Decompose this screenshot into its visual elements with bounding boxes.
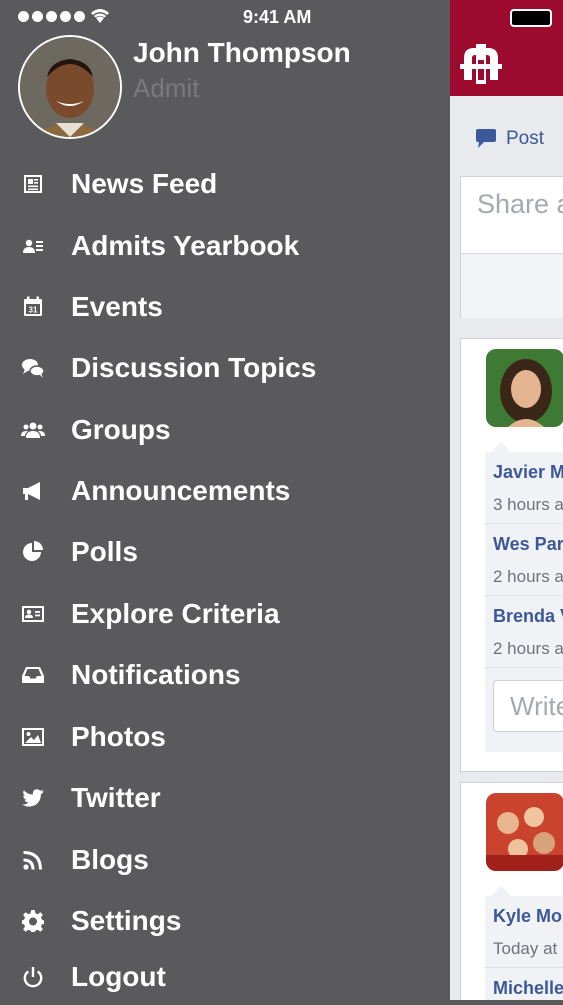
write-comment-row: Write bbox=[485, 668, 563, 752]
wifi-icon bbox=[91, 9, 109, 23]
menu-item-label: Polls bbox=[71, 536, 138, 567]
rss-icon bbox=[20, 847, 46, 873]
menu-item-label: Logout bbox=[71, 961, 166, 992]
calendar-icon: 31 bbox=[20, 294, 46, 320]
profile-role: Admit bbox=[133, 73, 200, 103]
menu-item-groups[interactable]: Groups bbox=[0, 402, 450, 458]
feed-panel: Post Share a Javier M 3 hours a Wes Par … bbox=[450, 0, 563, 1000]
chat-bubbles-icon bbox=[20, 355, 46, 381]
comment-author[interactable]: Javier M bbox=[493, 452, 563, 483]
menu-item-blogs[interactable]: Blogs bbox=[0, 832, 450, 888]
menu-item-label: Admits Yearbook bbox=[71, 230, 300, 261]
comment-author[interactable]: Wes Par bbox=[493, 524, 563, 555]
poster-avatar[interactable] bbox=[486, 349, 563, 427]
menu-item-announcements[interactable]: Announcements bbox=[0, 463, 450, 519]
comment-item: Javier M 3 hours a bbox=[485, 452, 563, 524]
menu-item-polls[interactable]: Polls bbox=[0, 524, 450, 580]
share-box: Share a bbox=[460, 176, 563, 318]
menu-item-photos[interactable]: Photos bbox=[0, 709, 450, 765]
comment-item: Kyle Mo Today at bbox=[485, 896, 563, 968]
menu-item-label: Twitter bbox=[71, 782, 161, 813]
share-input[interactable]: Share a bbox=[461, 177, 563, 253]
comment-time: Today at bbox=[493, 939, 558, 958]
menu-item-explore-criteria[interactable]: Explore Criteria bbox=[0, 586, 450, 642]
menu-item-discussion-topics[interactable]: Discussion Topics bbox=[0, 340, 450, 396]
picture-icon bbox=[20, 724, 46, 750]
menu-item-label: Discussion Topics bbox=[71, 352, 317, 383]
menu-item-logout[interactable]: Logout bbox=[0, 949, 450, 1005]
address-book-icon bbox=[20, 233, 46, 259]
power-icon bbox=[20, 964, 46, 990]
comment-item: Brenda V 2 hours a bbox=[485, 596, 563, 668]
feed-card: Javier M 3 hours a Wes Par 2 hours a Bre… bbox=[460, 338, 563, 772]
app-logo[interactable] bbox=[456, 40, 506, 88]
comment-list: Kyle Mo Today at Michelle bbox=[485, 896, 563, 1000]
status-bar: 9:41 AM bbox=[0, 0, 563, 36]
menu-item-twitter[interactable]: Twitter bbox=[0, 770, 450, 826]
comment-author[interactable]: Brenda V bbox=[493, 596, 563, 627]
comment-icon bbox=[476, 129, 496, 148]
menu-item-news-feed[interactable]: News Feed bbox=[0, 156, 450, 212]
menu-item-label: Announcements bbox=[71, 475, 291, 506]
menu-item-label: Groups bbox=[71, 414, 171, 445]
menu-item-label: Notifications bbox=[71, 659, 241, 690]
gear-icon bbox=[20, 908, 46, 934]
comment-item: Michelle bbox=[485, 968, 563, 1000]
share-footer bbox=[461, 253, 563, 318]
inbox-icon bbox=[20, 662, 46, 688]
twitter-icon bbox=[20, 785, 46, 811]
id-card-icon bbox=[20, 601, 46, 627]
comment-time: 3 hours a bbox=[493, 495, 563, 514]
menu-item-label: News Feed bbox=[71, 168, 218, 199]
profile-avatar[interactable] bbox=[18, 35, 122, 139]
menu-item-notifications[interactable]: Notifications bbox=[0, 647, 450, 703]
group-icon bbox=[20, 417, 46, 443]
feed-card: Kyle Mo Today at Michelle bbox=[460, 782, 563, 1000]
post-tab-label: Post bbox=[506, 128, 545, 149]
comment-item: Wes Par 2 hours a bbox=[485, 524, 563, 596]
poster-avatar[interactable] bbox=[486, 793, 563, 871]
comments-notch bbox=[491, 886, 511, 896]
comment-author[interactable]: Michelle bbox=[493, 968, 563, 999]
menu-item-events[interactable]: 31 Events bbox=[0, 279, 450, 335]
tab-post[interactable]: Post bbox=[474, 124, 544, 154]
comment-time: 2 hours a bbox=[493, 567, 563, 586]
comment-time: 2 hours a bbox=[493, 639, 563, 658]
profile-name: John Thompson bbox=[133, 37, 351, 68]
pie-chart-icon bbox=[20, 539, 46, 565]
megaphone-icon bbox=[20, 478, 46, 504]
menu-item-label: Blogs bbox=[71, 844, 149, 875]
newspaper-icon bbox=[20, 171, 46, 197]
menu-item-label: Events bbox=[71, 291, 163, 322]
calendar-day-text: 31 bbox=[29, 306, 38, 315]
menu-item-settings[interactable]: Settings bbox=[0, 893, 450, 949]
comment-author[interactable]: Kyle Mo bbox=[493, 896, 563, 927]
menu-item-admits-yearbook[interactable]: Admits Yearbook bbox=[0, 218, 450, 274]
status-time: 9:41 AM bbox=[243, 7, 312, 27]
comment-list: Javier M 3 hours a Wes Par 2 hours a Bre… bbox=[485, 452, 563, 752]
menu-item-label: Explore Criteria bbox=[71, 598, 280, 629]
signal-strength-icon bbox=[18, 11, 85, 22]
comments-notch bbox=[491, 442, 511, 452]
menu-item-label: Photos bbox=[71, 721, 166, 752]
write-comment-input[interactable]: Write bbox=[493, 680, 563, 732]
battery-icon bbox=[510, 9, 552, 27]
menu-item-label: Settings bbox=[71, 905, 182, 936]
